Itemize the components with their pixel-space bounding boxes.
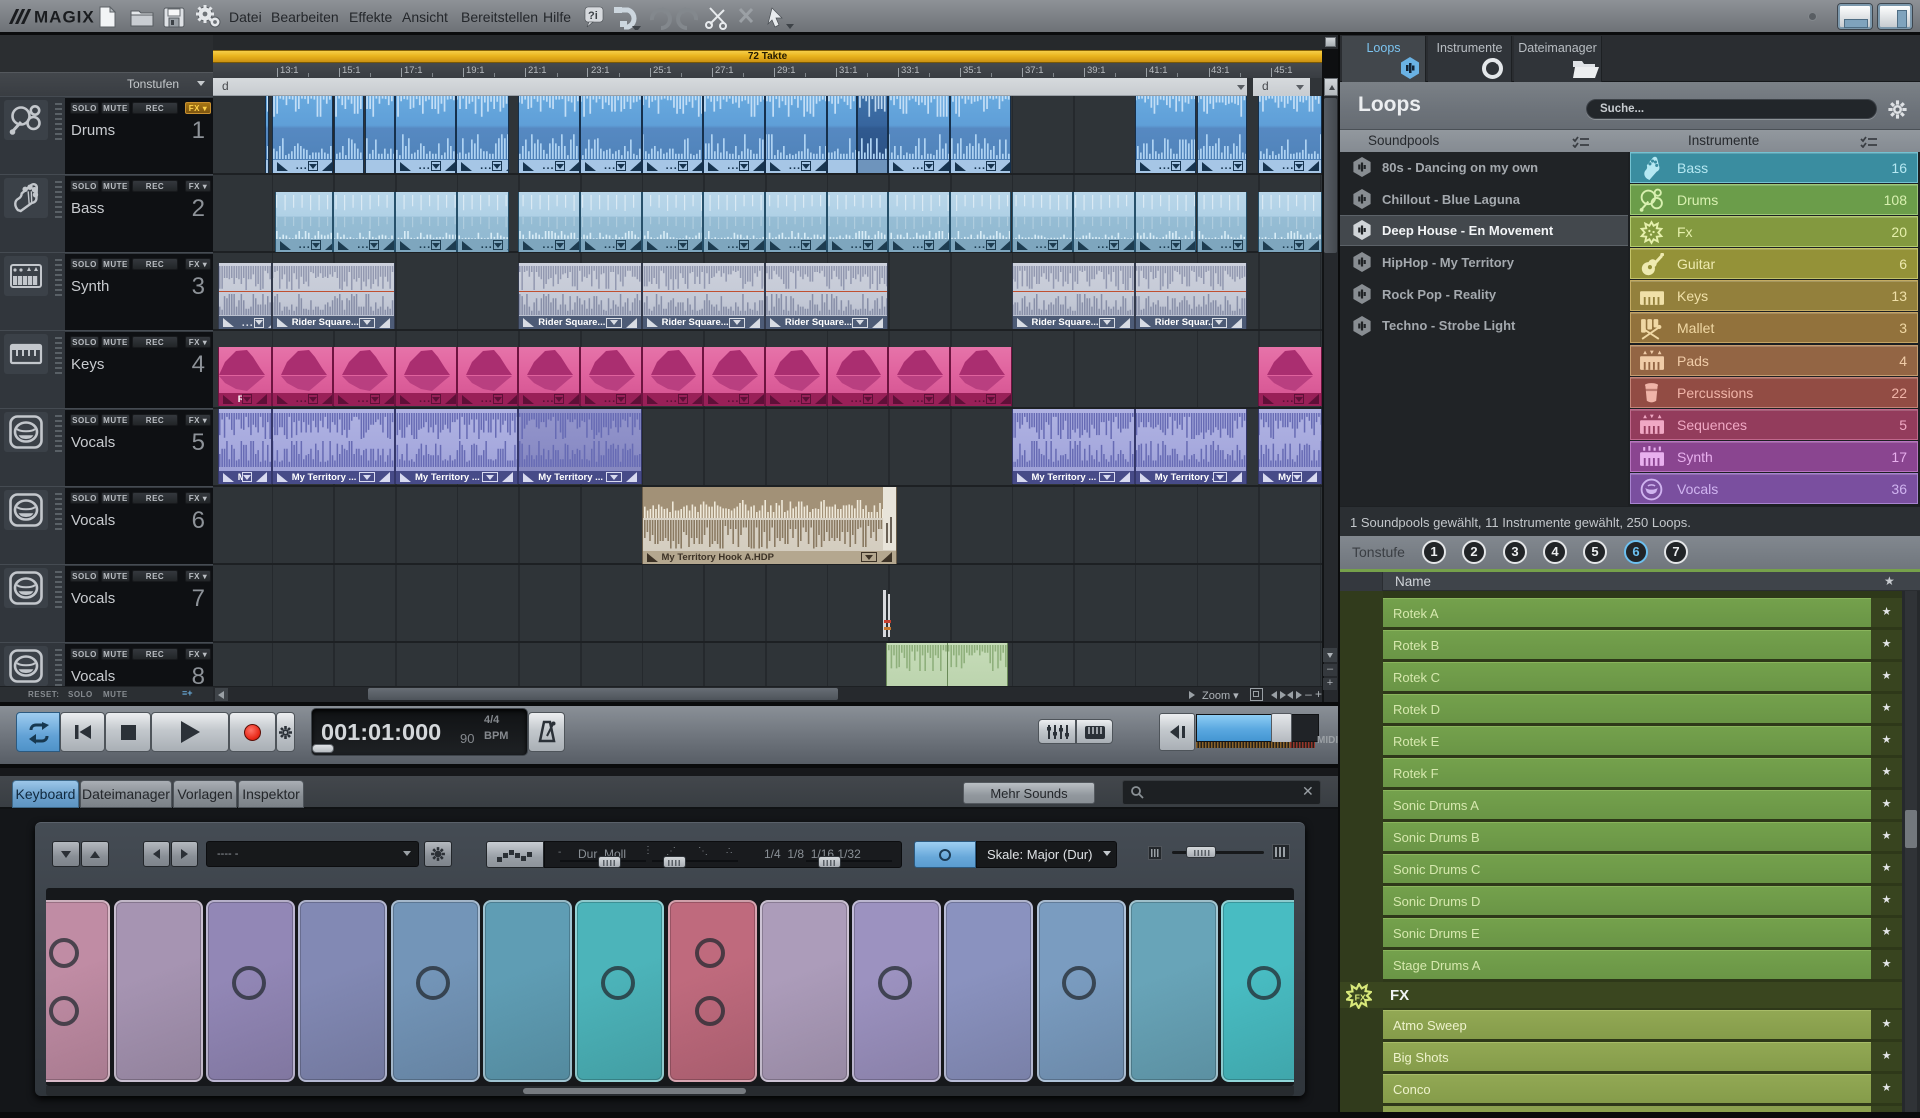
- svg-text:FX: FX: [1355, 992, 1366, 1002]
- svg-text:?i: ?i: [588, 10, 598, 22]
- svg-text:MAGIX: MAGIX: [34, 8, 95, 27]
